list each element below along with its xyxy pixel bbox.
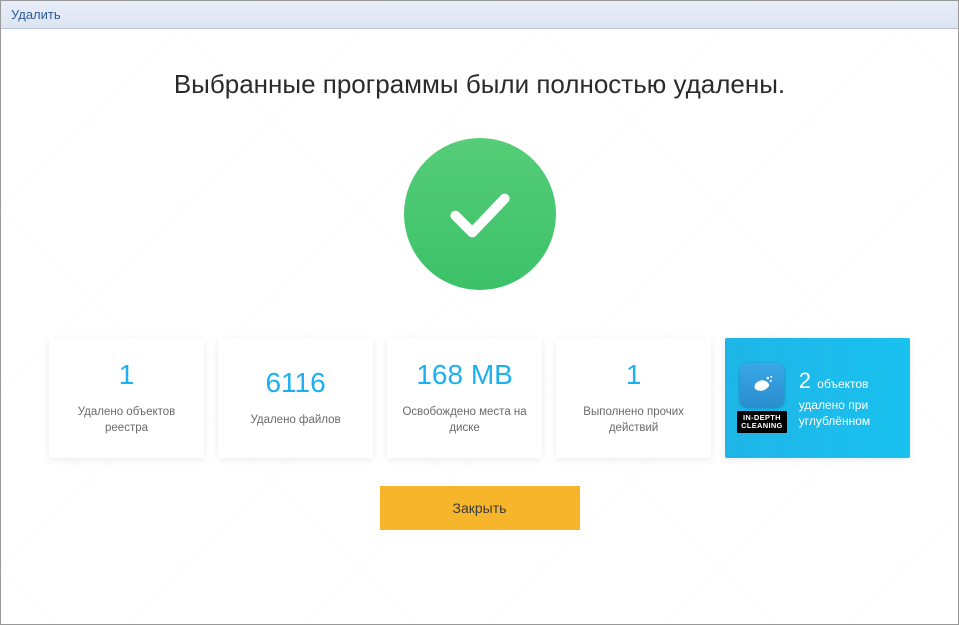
- stat-value: 1: [119, 359, 135, 391]
- main-content: Выбранные программы были полностью удале…: [1, 29, 958, 624]
- success-checkmark-icon: [404, 138, 556, 290]
- stat-value: 1: [626, 359, 642, 391]
- promo-line2: удалено при углублённом: [799, 397, 898, 431]
- stat-label: Освобождено места на диске: [395, 405, 534, 436]
- stat-label: Удалено объектов реестра: [57, 405, 196, 436]
- stat-card-files: 6116 Удалено файлов: [218, 338, 373, 458]
- stat-label: Удалено файлов: [250, 413, 340, 429]
- stat-card-freed: 168 MB Освобождено места на диске: [387, 338, 542, 458]
- promo-card-indepth[interactable]: IN-DEPTHCLEANING 2 объектов удалено при …: [725, 338, 910, 458]
- close-button[interactable]: Закрыть: [380, 486, 580, 530]
- window-titlebar: Удалить: [1, 1, 958, 29]
- stat-card-other: 1 Выполнено прочих действий: [556, 338, 711, 458]
- promo-text: 2 объектов удалено при углублённом: [799, 366, 898, 430]
- stat-card-registry: 1 Удалено объектов реестра: [49, 338, 204, 458]
- stat-label: Выполнено прочих действий: [564, 405, 703, 436]
- window-title: Удалить: [11, 7, 61, 22]
- page-heading: Выбранные программы были полностью удале…: [174, 69, 785, 100]
- promo-count: 2: [799, 368, 811, 393]
- stat-value: 6116: [265, 367, 325, 399]
- stats-row: 1 Удалено объектов реестра 6116 Удалено …: [1, 338, 958, 458]
- promo-badge: IN-DEPTHCLEANING: [737, 363, 787, 434]
- promo-badge-text: IN-DEPTHCLEANING: [737, 411, 787, 434]
- cleaning-hand-icon: [740, 363, 784, 407]
- promo-count-suffix: объектов: [817, 377, 868, 391]
- stat-value: 168 MB: [416, 359, 513, 391]
